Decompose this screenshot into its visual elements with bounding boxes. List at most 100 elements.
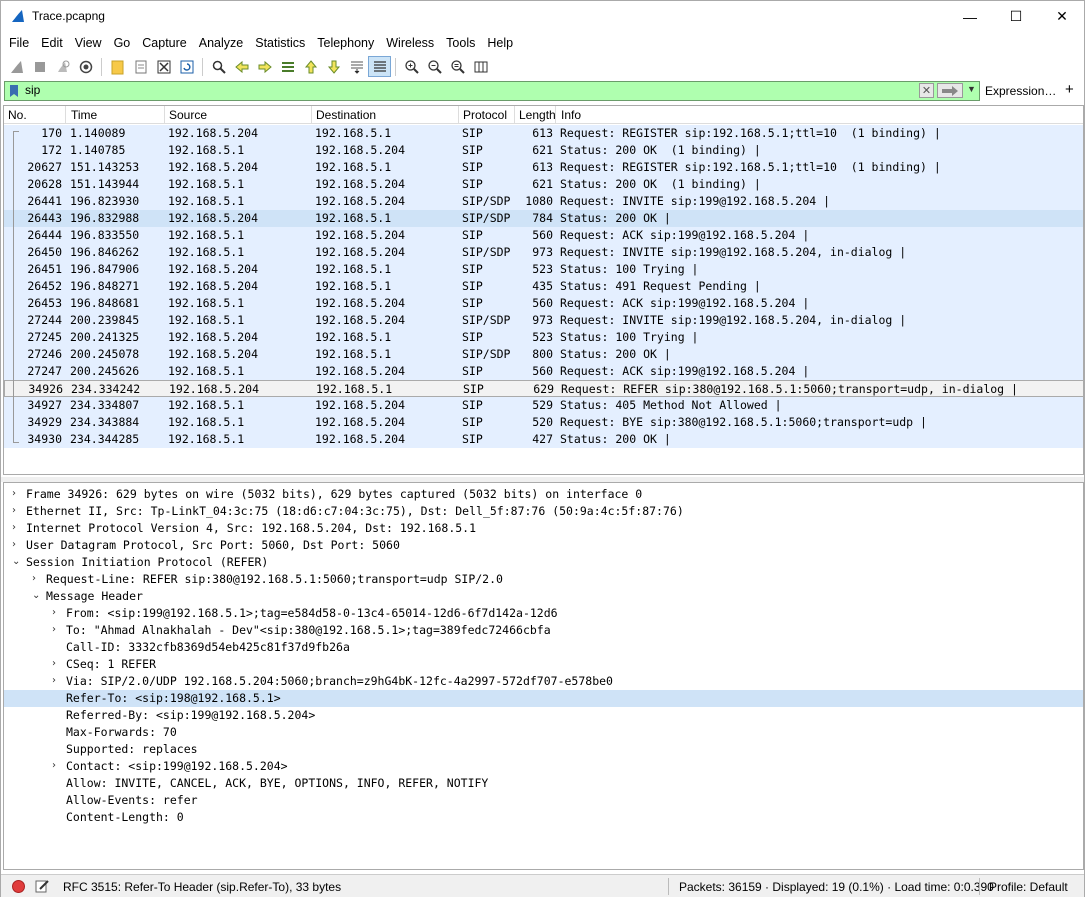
column-separator[interactable] [514, 106, 515, 124]
chevron-right-icon[interactable]: › [52, 607, 56, 618]
zoom-in-button[interactable] [400, 56, 423, 77]
chevron-right-icon[interactable]: › [12, 505, 16, 516]
expert-info-icon[interactable] [12, 880, 25, 893]
auto-scroll-button[interactable] [345, 56, 368, 77]
chevron-right-icon[interactable]: › [12, 522, 16, 533]
menu-view[interactable]: View [71, 36, 106, 50]
chevron-down-icon[interactable]: ▼ [967, 84, 976, 94]
detail-row[interactable]: › Frame 34926: 629 bytes on wire (5032 bi… [4, 486, 1083, 503]
zoom-reset-button[interactable] [446, 56, 469, 77]
clear-filter-button[interactable]: ✕ [919, 83, 934, 98]
table-row[interactable]: 27245 200.241325 192.168.5.204 192.168.5.1 S… [4, 329, 1083, 346]
chevron-right-icon[interactable]: › [12, 488, 16, 499]
reload-file-button[interactable] [175, 56, 198, 77]
find-packet-button[interactable] [207, 56, 230, 77]
menu-capture[interactable]: Capture [138, 36, 190, 50]
detail-row[interactable]: › Request-Line: REFER sip:380@192.168.5.1… [4, 571, 1083, 588]
expression-button[interactable]: Expression… [985, 84, 1056, 98]
menu-telephony[interactable]: Telephony [313, 36, 378, 50]
close-file-button[interactable] [152, 56, 175, 77]
column-separator[interactable] [311, 106, 312, 124]
detail-row[interactable]: › Ethernet II, Src: Tp-LinkT_04:3c:75 (18… [4, 503, 1083, 520]
detail-row[interactable]: › To: "Ahmad Alnakhalah - Dev"<sip:380@19… [4, 622, 1083, 639]
detail-row[interactable]: Referred-By: <sip:199@192.168.5.204> [4, 707, 1083, 724]
table-row[interactable]: 26441 196.823930 192.168.5.1 192.168.5.204 S… [4, 193, 1083, 210]
column-header-time[interactable]: Time [71, 108, 97, 122]
apply-filter-button[interactable] [937, 83, 963, 98]
chevron-right-icon[interactable]: › [52, 760, 56, 771]
menu-wireless[interactable]: Wireless [382, 36, 438, 50]
zoom-out-button[interactable] [423, 56, 446, 77]
maximize-button[interactable]: ☐ [993, 1, 1039, 32]
restart-capture-button[interactable] [51, 56, 74, 77]
column-header-destination[interactable]: Destination [316, 108, 376, 122]
column-header-length[interactable]: Length [519, 108, 556, 122]
detail-row[interactable]: Max-Forwards: 70 [4, 724, 1083, 741]
table-row[interactable]: 27244 200.239845 192.168.5.1 192.168.5.204 S… [4, 312, 1083, 329]
column-separator[interactable] [555, 106, 556, 124]
display-filter-input[interactable]: sip [25, 83, 40, 97]
menu-statistics[interactable]: Statistics [251, 36, 309, 50]
table-row[interactable]: 34927 234.334807 192.168.5.1 192.168.5.204 S… [4, 397, 1083, 414]
display-filter-field[interactable]: sip ✕ ▼ [4, 81, 980, 101]
column-separator[interactable] [65, 106, 66, 124]
detail-row[interactable]: › Internet Protocol Version 4, Src: 192.1… [4, 520, 1083, 537]
start-capture-button[interactable] [5, 56, 28, 77]
colorize-button[interactable] [368, 56, 391, 77]
detail-row[interactable]: › Contact: <sip:199@192.168.5.204> [4, 758, 1083, 775]
table-row[interactable]: 34930 234.344285 192.168.5.1 192.168.5.204 S… [4, 431, 1083, 448]
table-row[interactable]: 172 1.140785 192.168.5.1 192.168.5.204 SIP 62… [4, 142, 1083, 159]
column-header-info[interactable]: Info [561, 108, 581, 122]
column-header-source[interactable]: Source [169, 108, 207, 122]
close-button[interactable]: ✕ [1039, 1, 1085, 32]
table-row[interactable]: 20627 151.143253 192.168.5.204 192.168.5.1 S… [4, 159, 1083, 176]
table-row[interactable]: 26453 196.848681 192.168.5.1 192.168.5.204 S… [4, 295, 1083, 312]
table-row[interactable]: 170 1.140089 192.168.5.204 192.168.5.1 SIP 61… [4, 125, 1083, 142]
detail-row[interactable]: Refer-To: <sip:198@192.168.5.1> [4, 690, 1083, 707]
detail-row[interactable]: › Via: SIP/2.0/UDP 192.168.5.204:5060;bra… [4, 673, 1083, 690]
menu-tools[interactable]: Tools [442, 36, 479, 50]
capture-options-button[interactable] [74, 56, 97, 77]
table-row[interactable]: 20628 151.143944 192.168.5.1 192.168.5.204 S… [4, 176, 1083, 193]
bookmark-icon[interactable] [7, 84, 21, 98]
column-separator[interactable] [164, 106, 165, 124]
go-back-button[interactable] [230, 56, 253, 77]
profile-switcher[interactable]: Profile: Default [989, 880, 1068, 894]
table-row[interactable]: 34926 234.334242 192.168.5.204 192.168.5.1 S… [4, 380, 1083, 397]
detail-row[interactable]: Allow: INVITE, CANCEL, ACK, BYE, OPTIONS… [4, 775, 1083, 792]
go-forward-button[interactable] [253, 56, 276, 77]
table-row[interactable]: 27246 200.245078 192.168.5.204 192.168.5.1 S… [4, 346, 1083, 363]
chevron-right-icon[interactable]: › [12, 539, 16, 550]
chevron-down-icon[interactable]: ⌄ [32, 590, 40, 601]
menu-go[interactable]: Go [110, 36, 135, 50]
column-header-protocol[interactable]: Protocol [463, 108, 507, 122]
detail-row[interactable]: Allow-Events: refer [4, 792, 1083, 809]
go-first-packet-button[interactable] [299, 56, 322, 77]
edit-comment-icon[interactable] [34, 878, 50, 897]
chevron-right-icon[interactable]: › [52, 658, 56, 669]
detail-row[interactable]: Call-ID: 3332cfb8369d54eb425c81f37d9fb26… [4, 639, 1083, 656]
packet-list[interactable]: No. Time Source Destination Protocol Len… [3, 105, 1084, 475]
menu-edit[interactable]: Edit [37, 36, 67, 50]
detail-row[interactable]: Supported: replaces [4, 741, 1083, 758]
table-row[interactable]: 34929 234.343884 192.168.5.1 192.168.5.204 S… [4, 414, 1083, 431]
packet-details[interactable]: › Frame 34926: 629 bytes on wire (5032 bi… [3, 482, 1084, 870]
open-file-button[interactable] [106, 56, 129, 77]
detail-row[interactable]: ⌄ Session Initiation Protocol (REFER) [4, 554, 1083, 571]
go-last-packet-button[interactable] [322, 56, 345, 77]
chevron-right-icon[interactable]: › [32, 573, 36, 584]
chevron-right-icon[interactable]: › [52, 675, 56, 686]
detail-row[interactable]: ⌄ Message Header [4, 588, 1083, 605]
table-row[interactable]: 26444 196.833550 192.168.5.1 192.168.5.204 S… [4, 227, 1083, 244]
detail-row[interactable]: › User Datagram Protocol, Src Port: 5060,… [4, 537, 1083, 554]
table-row[interactable]: 26443 196.832988 192.168.5.204 192.168.5.1 S… [4, 210, 1083, 227]
column-separator[interactable] [458, 106, 459, 124]
go-to-packet-button[interactable] [276, 56, 299, 77]
minimize-button[interactable]: — [947, 1, 993, 32]
table-row[interactable]: 26451 196.847906 192.168.5.204 192.168.5.1 S… [4, 261, 1083, 278]
column-header-no[interactable]: No. [8, 108, 27, 122]
chevron-right-icon[interactable]: › [52, 624, 56, 635]
resize-columns-button[interactable] [469, 56, 492, 77]
table-row[interactable]: 26450 196.846262 192.168.5.1 192.168.5.204 S… [4, 244, 1083, 261]
detail-row[interactable]: › From: <sip:199@192.168.5.1>;tag=e584d58… [4, 605, 1083, 622]
